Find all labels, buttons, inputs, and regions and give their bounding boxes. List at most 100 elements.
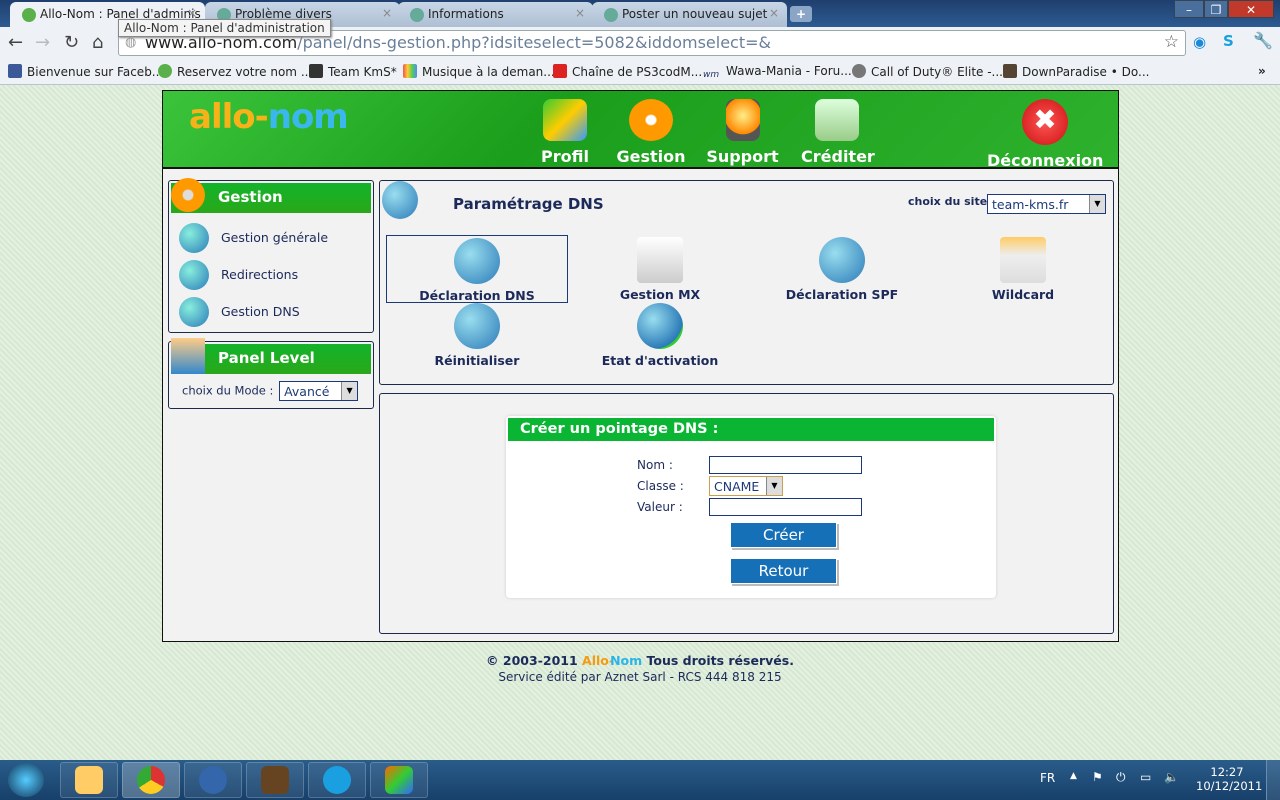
tab-informations[interactable]: Informations × bbox=[398, 2, 593, 27]
paint-icon bbox=[385, 766, 413, 794]
show-hidden-icons[interactable]: ▲ bbox=[1070, 771, 1077, 781]
minimize-button[interactable]: – bbox=[1174, 0, 1204, 18]
close-tab-icon[interactable]: × bbox=[575, 6, 585, 20]
play-globe-icon bbox=[637, 303, 683, 349]
tool-gestion-mx[interactable]: Gestion MX bbox=[570, 235, 750, 302]
bookmark[interactable]: Bienvenue sur Faceb... bbox=[8, 64, 163, 79]
bookmark[interactable]: Reservez votre nom ... bbox=[158, 64, 312, 79]
globe-clock-icon bbox=[819, 237, 865, 283]
mode-label: choix du Mode : bbox=[182, 383, 274, 398]
taskbar-skype[interactable] bbox=[308, 762, 366, 798]
globe-icon: ◍ bbox=[125, 35, 137, 50]
nav-deconnexion[interactable]: ✖ Déconnexion bbox=[987, 99, 1103, 170]
tool-wildcard[interactable]: Wildcard bbox=[933, 235, 1113, 302]
bookmark[interactable]: Team KmS* bbox=[309, 64, 397, 79]
dns-settings-panel: Paramétrage DNS choix du site : team-kms… bbox=[379, 180, 1114, 385]
clock[interactable]: 12:27 10/12/2011 bbox=[1196, 765, 1262, 793]
close-tab-icon[interactable]: × bbox=[382, 6, 392, 20]
taskbar-chrome[interactable] bbox=[122, 762, 180, 798]
close-tab-icon[interactable]: × bbox=[769, 6, 779, 20]
dropdown-arrow-icon: ▼ bbox=[341, 382, 358, 400]
favicon bbox=[410, 8, 424, 22]
folder-icon bbox=[75, 766, 103, 794]
tab-title: Informations bbox=[428, 7, 504, 21]
wildcard-icon bbox=[1000, 237, 1046, 283]
sidebar-item-gestion-dns[interactable]: Gestion DNS bbox=[169, 293, 373, 330]
home-icon[interactable]: ⌂ bbox=[92, 32, 103, 53]
nav-profil[interactable]: Profil bbox=[535, 99, 595, 166]
valeur-input[interactable] bbox=[709, 498, 862, 516]
forward-icon[interactable]: → bbox=[35, 32, 50, 53]
taskbar-paint[interactable] bbox=[370, 762, 428, 798]
action-center-flag-icon[interactable]: ⚑ bbox=[1092, 770, 1103, 784]
skype-icon[interactable]: S bbox=[1223, 32, 1234, 50]
globe-icon bbox=[852, 64, 866, 78]
bookmark[interactable]: Chaîne de PS3codM... bbox=[553, 64, 702, 79]
taskbar-app[interactable] bbox=[246, 762, 304, 798]
globe-pin-icon bbox=[179, 296, 209, 327]
site-select[interactable]: team-kms.fr ▼ bbox=[987, 194, 1106, 214]
mode-select[interactable]: Avancé ▼ bbox=[279, 381, 359, 401]
browser-chrome: Allo-Nom : Panel d'adminis × Problème div… bbox=[0, 0, 1280, 85]
language-indicator[interactable]: FR bbox=[1040, 771, 1055, 785]
allo-nom-logo[interactable]: allo-nom bbox=[189, 97, 349, 137]
facebook-icon bbox=[8, 64, 22, 78]
taskbar-explorer[interactable] bbox=[60, 762, 118, 798]
mail-icon bbox=[199, 766, 227, 794]
favicon bbox=[604, 8, 618, 22]
back-button[interactable]: Retour bbox=[730, 558, 837, 584]
panel-key-icon bbox=[171, 338, 205, 374]
globe-pin-icon bbox=[382, 181, 418, 219]
wrench-icon[interactable]: 🔧 bbox=[1253, 31, 1273, 50]
tool-declaration-spf[interactable]: Déclaration SPF bbox=[752, 235, 932, 302]
close-window-button[interactable]: ✕ bbox=[1228, 0, 1274, 18]
show-desktop-button[interactable] bbox=[1266, 760, 1280, 800]
new-tab-button[interactable]: + bbox=[790, 6, 812, 22]
page-title: Paramétrage DNS bbox=[453, 195, 604, 213]
taskbar-thunderbird[interactable] bbox=[184, 762, 242, 798]
globe-www-icon bbox=[179, 259, 209, 290]
power-plug-icon[interactable]: ⏻ bbox=[1116, 770, 1126, 785]
wawa-icon: wm bbox=[703, 70, 720, 80]
bookmark[interactable]: Musique à la deman... bbox=[403, 64, 555, 79]
nav-crediter[interactable]: Créditer bbox=[801, 99, 875, 166]
maximize-button[interactable]: ❐ bbox=[1204, 0, 1228, 18]
create-button[interactable]: Créer bbox=[730, 522, 837, 548]
youtube-icon bbox=[553, 64, 567, 78]
tab-poster[interactable]: Poster un nouveau sujet × bbox=[592, 2, 787, 27]
classe-select[interactable]: CNAME ▼ bbox=[709, 476, 783, 496]
sidebar-item-gestion-generale[interactable]: Gestion générale bbox=[169, 219, 373, 256]
money-icon bbox=[815, 99, 859, 141]
copyright: © 2003-2011 bbox=[486, 653, 578, 668]
nav-support[interactable]: Support bbox=[705, 99, 780, 166]
tool-declaration-dns[interactable]: Déclaration DNS bbox=[386, 235, 568, 303]
reload-icon[interactable]: ↻ bbox=[64, 32, 79, 53]
gear-icon bbox=[171, 178, 205, 212]
profile-icon bbox=[543, 99, 587, 141]
close-tab-icon[interactable]: × bbox=[187, 6, 197, 20]
brand-nom: Nom bbox=[610, 653, 643, 668]
site-footer: © 2003-2011 Allo-Nom Tous droits réservé… bbox=[0, 653, 1280, 684]
tool-reinitialiser[interactable]: Réinitialiser bbox=[386, 303, 568, 368]
sidebar-item-redirections[interactable]: Redirections bbox=[169, 256, 373, 293]
back-icon[interactable]: ← bbox=[8, 32, 23, 53]
volume-icon[interactable]: 🔈 bbox=[1164, 770, 1179, 784]
network-icon[interactable]: ▭ bbox=[1140, 770, 1151, 784]
bookmark[interactable]: DownParadise • Do... bbox=[1003, 64, 1149, 79]
bookmark[interactable]: Call of Duty® Elite -... bbox=[852, 64, 1003, 79]
windows-taskbar: FR ▲ ⚑ ⏻ ▭ 🔈 12:27 10/12/2011 bbox=[0, 760, 1280, 800]
create-dns-form: Créer un pointage DNS : Nom : Classe : C… bbox=[506, 416, 996, 598]
bookmarks-overflow[interactable]: » bbox=[1258, 64, 1266, 78]
valeur-label: Valeur : bbox=[637, 500, 683, 514]
globe-wrench-icon bbox=[454, 238, 500, 284]
bookmark[interactable]: wm Wawa-Mania - Foru... bbox=[703, 64, 852, 84]
extension-icon[interactable]: ◉ bbox=[1193, 33, 1206, 51]
company-info: Service édité par Aznet Sarl - RCS 444 8… bbox=[498, 670, 782, 684]
star-icon[interactable]: ☆ bbox=[1164, 32, 1179, 52]
downparadise-icon bbox=[1003, 64, 1017, 78]
tool-etat-activation[interactable]: Etat d'activation bbox=[570, 303, 750, 368]
nom-label: Nom : bbox=[637, 458, 673, 472]
nav-gestion[interactable]: Gestion bbox=[615, 99, 687, 166]
start-button[interactable] bbox=[8, 763, 44, 797]
nom-input[interactable] bbox=[709, 456, 862, 474]
